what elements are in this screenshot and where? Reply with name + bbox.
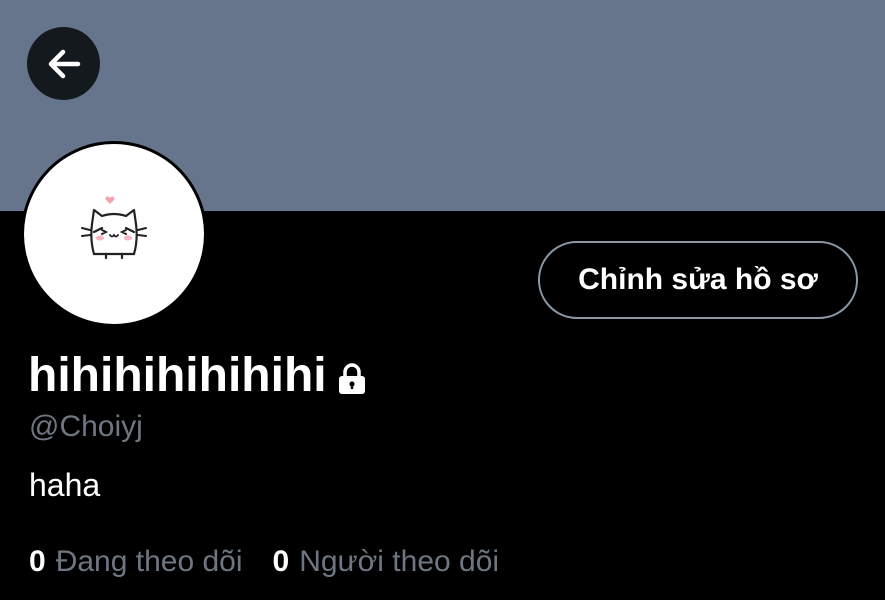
cat-avatar-icon xyxy=(74,192,154,277)
followers-link[interactable]: 0 Người theo dõi xyxy=(273,542,500,582)
back-button[interactable] xyxy=(27,27,100,100)
followers-label: Người theo dõi xyxy=(299,545,500,578)
edit-profile-button[interactable]: Chỉnh sửa hồ sơ xyxy=(538,241,858,319)
following-count: 0 xyxy=(29,545,46,578)
lock-icon xyxy=(335,362,369,396)
followers-count: 0 xyxy=(272,545,290,578)
user-handle: @Choiyj xyxy=(29,410,143,443)
following-link[interactable]: 0 Đang theo dõi xyxy=(29,542,243,582)
display-name-row: hihihihihihihi xyxy=(28,346,369,406)
following-label: Đang theo dõi xyxy=(55,545,243,578)
avatar[interactable] xyxy=(21,141,207,327)
follow-stats: 0 Đang theo dõi 0 Người theo dõi xyxy=(29,542,499,582)
arrow-left-icon xyxy=(44,44,84,84)
user-bio: haha xyxy=(29,467,101,503)
display-name: hihihihihihihi xyxy=(28,349,327,402)
